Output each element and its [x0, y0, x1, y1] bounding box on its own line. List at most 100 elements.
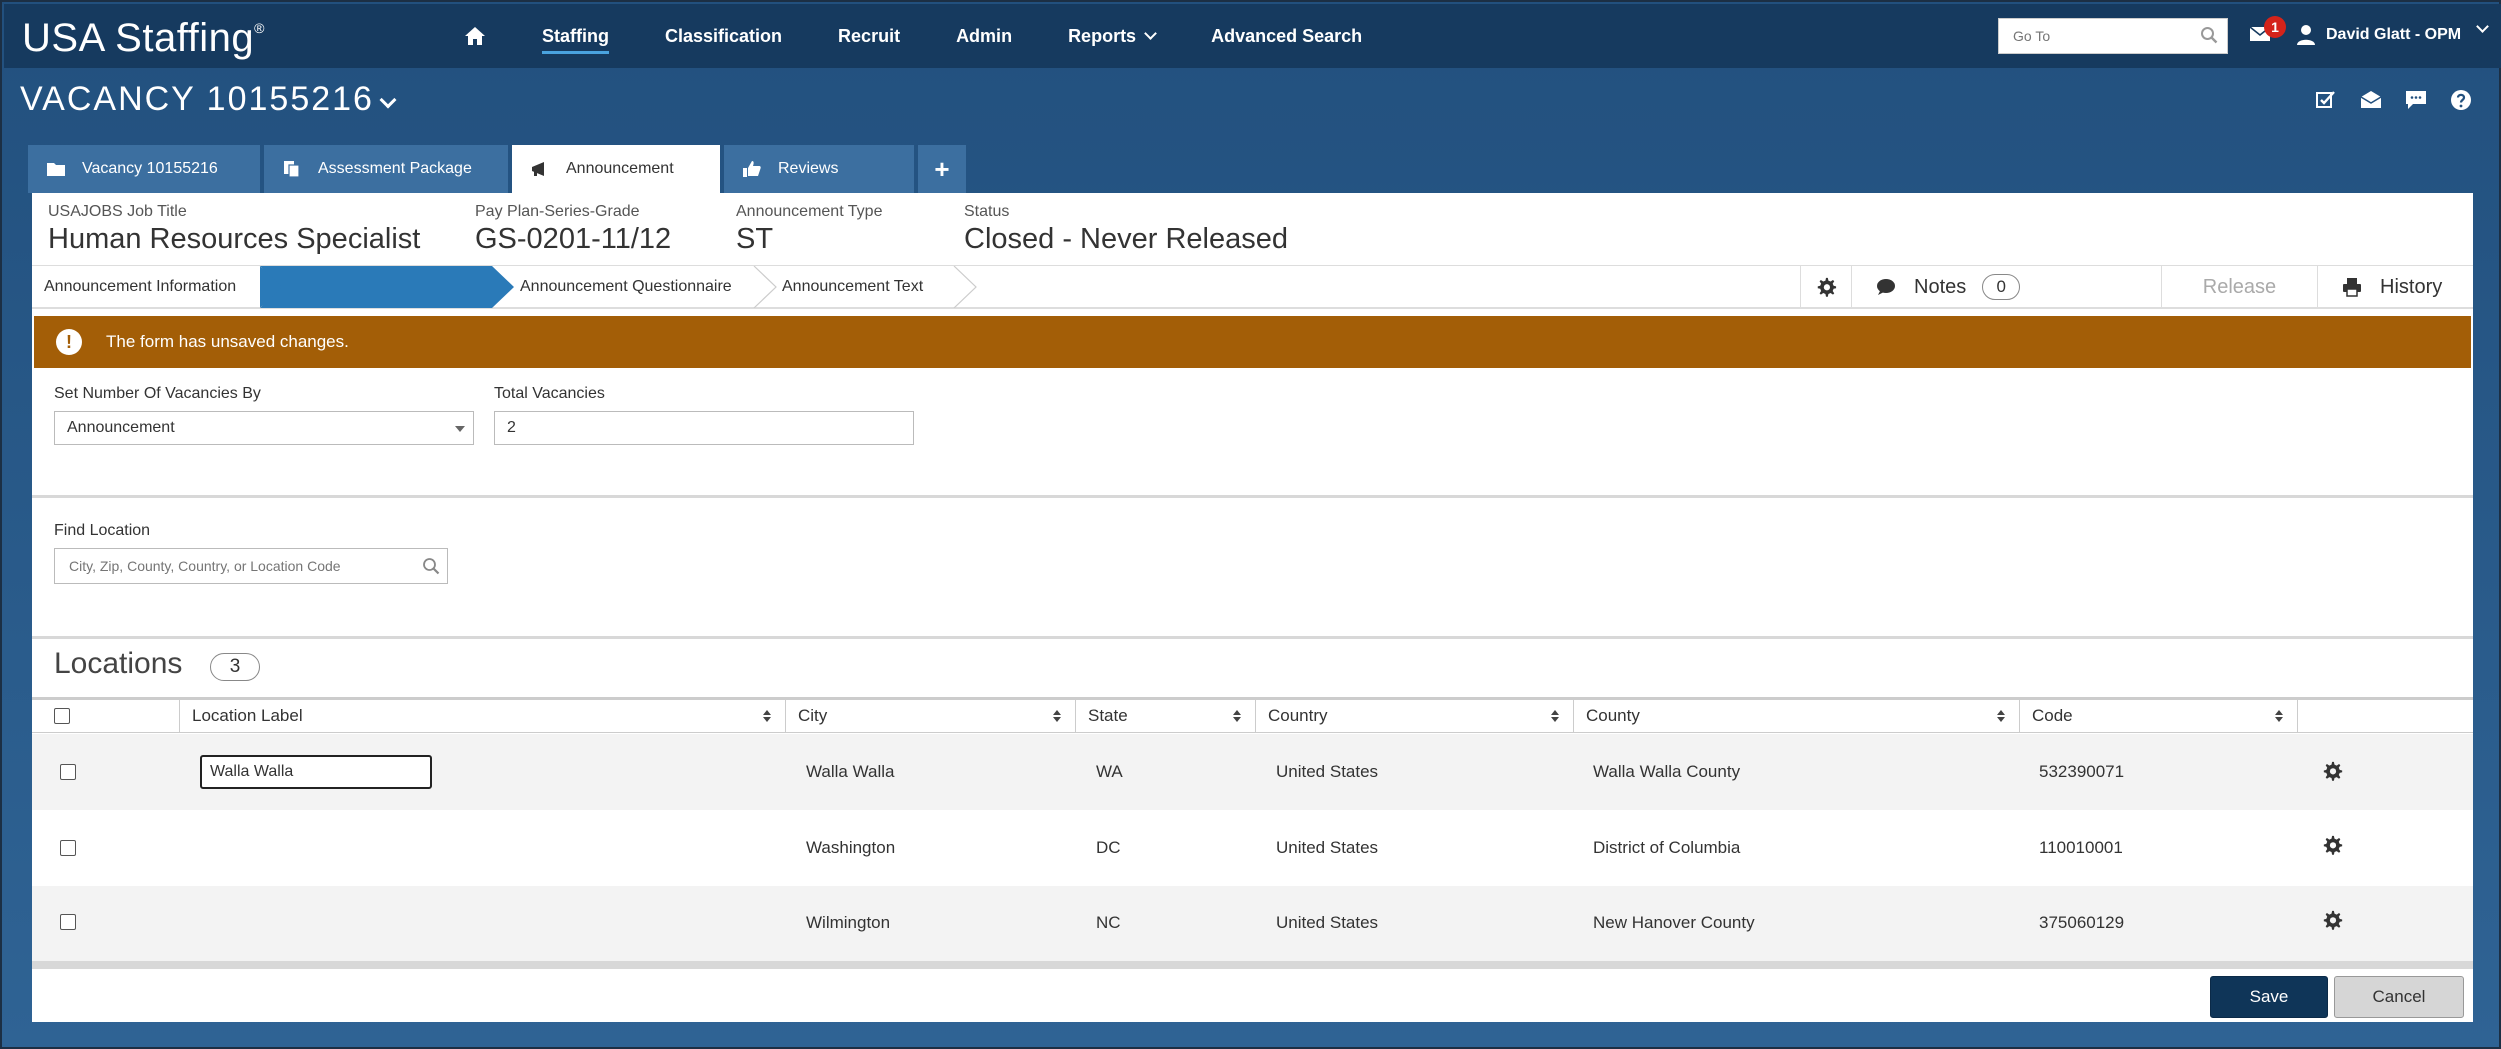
help-icon[interactable] — [2449, 88, 2473, 112]
release-button[interactable]: Release — [2161, 265, 2317, 309]
find-location-input[interactable] — [54, 548, 448, 584]
county-cell: New Hanover County — [1593, 913, 1755, 932]
step-announcement-questionnaire[interactable]: Announcement Questionnaire — [492, 266, 754, 308]
location-label-input[interactable] — [200, 755, 432, 789]
notes-count-badge: 0 — [1982, 274, 2021, 300]
plus-icon: + — [934, 153, 950, 184]
nav-recruit[interactable]: Recruit — [838, 4, 900, 68]
divider — [32, 495, 2473, 498]
column-location-label[interactable]: Location Label — [180, 700, 786, 732]
sort-icon — [1053, 710, 1061, 722]
row-checkbox[interactable] — [60, 914, 76, 930]
tab-assessment-package[interactable]: Assessment Package — [264, 145, 508, 193]
locations-count-badge: 3 — [210, 653, 260, 681]
chevron-down-icon — [1144, 26, 1157, 40]
search-icon[interactable] — [2200, 26, 2218, 44]
app-frame: USA Staffing® Staffing Classification Re… — [0, 0, 2501, 1049]
locations-table-header: Location Label City State Country County… — [32, 697, 2473, 733]
divider — [32, 636, 2473, 639]
nav-admin[interactable]: Admin — [956, 4, 1012, 68]
nav-classification[interactable]: Classification — [665, 4, 782, 68]
notes-button[interactable]: Notes 0 — [1851, 265, 2161, 309]
tab-announcement[interactable]: Announcement — [512, 145, 720, 193]
user-icon[interactable] — [2296, 24, 2316, 46]
column-county[interactable]: County — [1574, 700, 2020, 732]
job-title-info: USAJOBS Job Title Human Resources Specia… — [48, 203, 421, 255]
chat-icon[interactable] — [2404, 88, 2428, 112]
column-country[interactable]: Country — [1256, 700, 1574, 732]
city-cell: Wilmington — [806, 913, 891, 932]
select-all-checkbox[interactable] — [54, 708, 70, 724]
code-cell: 532390071 — [2039, 762, 2125, 781]
copy-icon — [284, 161, 300, 178]
comment-icon — [1877, 279, 1895, 295]
locations-title: Locations — [54, 647, 183, 680]
step-announcement-text[interactable]: Announcement Text — [754, 266, 954, 308]
vacancies-by-select[interactable]: Announcement — [54, 411, 474, 445]
nav-reports[interactable]: Reports — [1068, 4, 1157, 68]
sort-icon — [1233, 710, 1241, 722]
total-vacancies-label: Total Vacancies — [494, 385, 605, 402]
country-cell: United States — [1276, 762, 1379, 781]
column-city[interactable]: City — [786, 700, 1076, 732]
chevron-down-icon[interactable] — [379, 91, 397, 109]
code-cell: 110010001 — [2039, 838, 2123, 857]
header-actions — [2314, 88, 2494, 112]
table-row: Wilmington NC United States New Hanover … — [32, 886, 2473, 961]
add-tab-button[interactable]: + — [918, 145, 966, 193]
nav-staffing[interactable]: Staffing — [542, 4, 609, 68]
checklist-icon[interactable] — [2314, 88, 2338, 112]
settings-button[interactable] — [1800, 265, 1851, 309]
column-state[interactable]: State — [1076, 700, 1256, 732]
tab-reviews[interactable]: Reviews — [724, 145, 914, 193]
gear-icon[interactable] — [2322, 761, 2344, 783]
save-button[interactable]: Save — [2210, 976, 2328, 1018]
total-vacancies-input[interactable] — [494, 411, 914, 445]
sort-icon — [2275, 710, 2283, 722]
user-menu[interactable]: David Glatt - OPM — [2326, 26, 2461, 44]
exclamation-icon: ! — [56, 329, 82, 355]
table-row: Walla Walla WA United States Walla Walla… — [32, 734, 2473, 810]
chevron-down-icon[interactable] — [2476, 20, 2489, 33]
main-nav: Staffing Classification Recruit Admin Re… — [464, 4, 1418, 68]
column-code[interactable]: Code — [2020, 700, 2298, 732]
search-icon[interactable] — [422, 557, 440, 575]
cancel-button[interactable]: Cancel — [2334, 976, 2464, 1018]
county-cell: Walla Walla County — [1593, 762, 1741, 781]
megaphone-icon — [532, 162, 544, 176]
column-actions — [2298, 700, 2473, 732]
announcement-type-info: Announcement Type ST — [736, 203, 883, 255]
top-navigation: USA Staffing® Staffing Classification Re… — [4, 4, 2501, 68]
find-location-label: Find Location — [54, 522, 151, 539]
state-cell: NC — [1096, 913, 1121, 932]
history-button[interactable]: History — [2317, 265, 2473, 309]
gear-icon[interactable] — [2322, 835, 2344, 857]
country-cell: United States — [1276, 913, 1379, 932]
print-icon — [2343, 278, 2361, 297]
vacancy-tabs: Vacancy 10155216 Assessment Package Anno… — [28, 145, 970, 193]
row-checkbox[interactable] — [60, 840, 76, 856]
code-cell: 375060129 — [2039, 913, 2125, 932]
inbox-icon[interactable] — [2359, 88, 2383, 112]
select-all-header — [32, 700, 180, 732]
row-checkbox[interactable] — [60, 764, 76, 780]
home-icon[interactable] — [464, 26, 486, 46]
goto-input[interactable] — [1998, 18, 2228, 54]
table-bottom-border — [32, 961, 2473, 969]
folder-icon — [47, 163, 65, 176]
state-cell: DC — [1096, 838, 1121, 857]
vacancy-title: VACANCY 10155216 — [20, 80, 374, 118]
status-info: Status Closed - Never Released — [964, 203, 1288, 255]
mail-count-badge: 1 — [2264, 16, 2286, 38]
step-announcement-information[interactable]: Announcement Information — [32, 266, 260, 308]
sort-icon — [763, 710, 771, 722]
nav-advanced-search[interactable]: Advanced Search — [1211, 4, 1362, 68]
sort-icon — [1997, 710, 2005, 722]
gear-icon[interactable] — [2322, 910, 2344, 932]
brand-logo[interactable]: USA Staffing® — [22, 16, 265, 61]
city-cell: Walla Walla — [806, 762, 895, 781]
tab-vacancy[interactable]: Vacancy 10155216 — [28, 145, 260, 193]
step-announcement-location[interactable]: Announcement Location — [260, 266, 492, 308]
grade-info: Pay Plan-Series-Grade GS-0201-11/12 — [475, 203, 672, 255]
table-row: Washington DC United States District of … — [32, 810, 2473, 886]
